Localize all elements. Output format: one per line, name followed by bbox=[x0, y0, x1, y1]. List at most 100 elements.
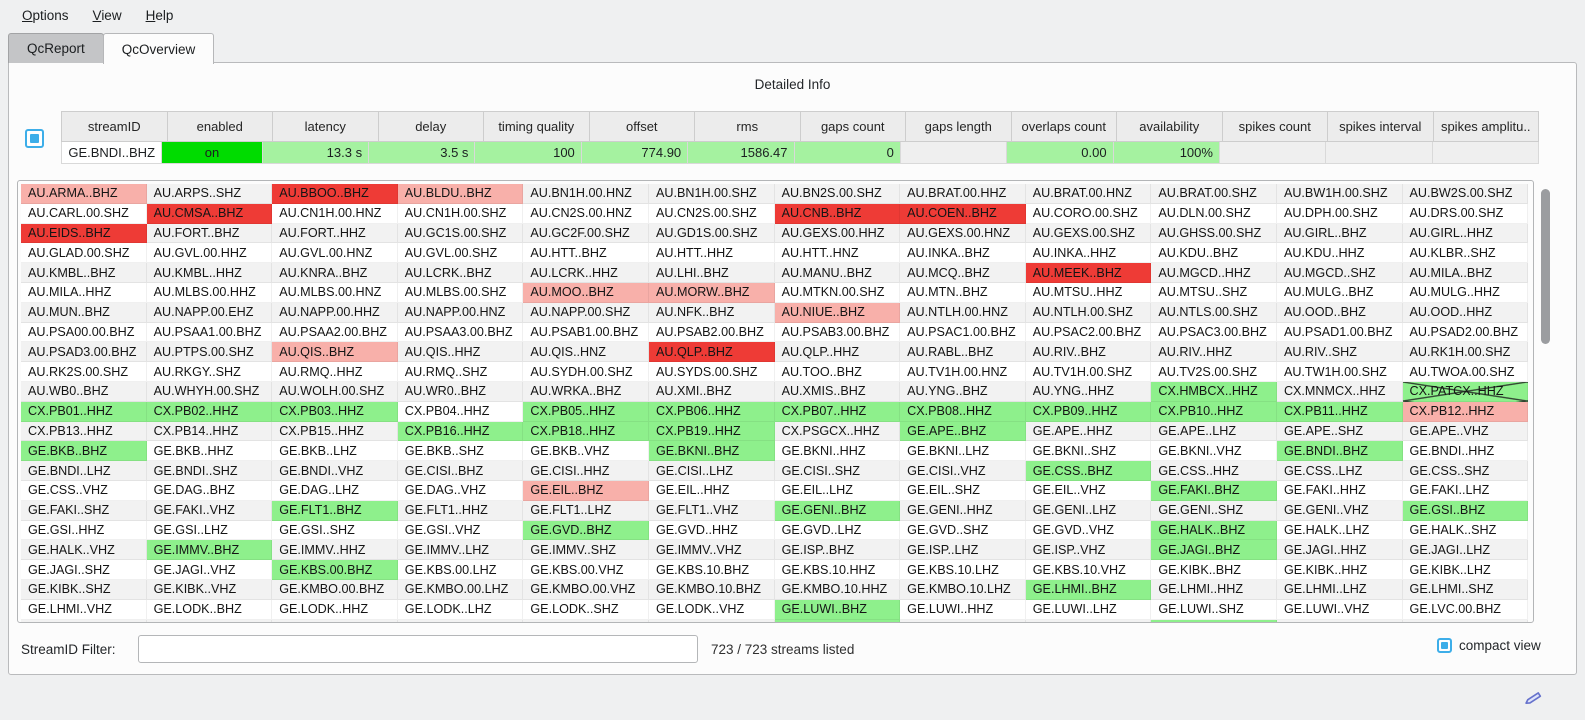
stream-cell[interactable]: GE.BKB..VHZ bbox=[523, 441, 649, 461]
stream-cell[interactable]: AU.COEN..BHZ bbox=[900, 204, 1026, 224]
stream-cell[interactable]: AU.EIDS..BHZ bbox=[21, 224, 147, 244]
stream-cell[interactable]: GE.HALK..VHZ bbox=[21, 540, 147, 560]
stream-cell[interactable]: GE.DAG..LHZ bbox=[272, 481, 398, 501]
stream-cell[interactable]: AU.MLBS.00.SHZ bbox=[398, 283, 524, 303]
stream-cell[interactable]: AU.GHSS.00.SHZ bbox=[1151, 224, 1277, 244]
stream-cell[interactable]: GE.LHMI..LHZ bbox=[1277, 580, 1403, 600]
stream-cell[interactable]: AU.TV1H.00.HNZ bbox=[900, 362, 1026, 382]
stream-cell[interactable]: AU.GIRL..BHZ bbox=[1277, 224, 1403, 244]
stream-cell[interactable]: CX.MNMCX..HHZ bbox=[1277, 382, 1403, 402]
stream-cell[interactable]: AU.NAPP.00.EHZ bbox=[147, 303, 273, 323]
stream-cell[interactable]: GE.GENI..BHZ bbox=[775, 501, 901, 521]
stream-cell[interactable]: AU.PSAA1.00.BHZ bbox=[147, 323, 273, 343]
stream-cell[interactable]: GE.CSS..HHZ bbox=[1151, 461, 1277, 481]
stream-cell[interactable]: CX.HMBCX..HHZ bbox=[1151, 382, 1277, 402]
stream-cell[interactable]: GE.LODK..BHZ bbox=[147, 600, 273, 620]
stream-cell[interactable]: AU.FORT..BHZ bbox=[147, 224, 273, 244]
stream-cell[interactable]: GE.BNDI..VHZ bbox=[272, 461, 398, 481]
stream-cell[interactable] bbox=[272, 620, 398, 623]
stream-cell[interactable]: AU.MGCD..SHZ bbox=[1277, 263, 1403, 283]
stream-cell[interactable]: CX.PB05..HHZ bbox=[523, 402, 649, 422]
stream-cell[interactable]: GE.GVD..LHZ bbox=[775, 521, 901, 541]
stream-cell[interactable]: GE.LUWI..LHZ bbox=[1026, 600, 1152, 620]
stream-cell[interactable]: AU.CORO.00.SHZ bbox=[1026, 204, 1152, 224]
stream-cell[interactable]: GE.GENI..VHZ bbox=[1277, 501, 1403, 521]
stream-cell[interactable]: AU.PSAD1.00.BHZ bbox=[1277, 323, 1403, 343]
stream-cell[interactable]: GE.LODK..VHZ bbox=[649, 600, 775, 620]
stream-cell[interactable]: AU.CNB..BHZ bbox=[775, 204, 901, 224]
stream-cell[interactable]: AU.ARMA..BHZ bbox=[21, 184, 147, 204]
stream-cell[interactable]: GE.LODK..LHZ bbox=[398, 600, 524, 620]
stream-cell[interactable]: AU.CN1H.00.SHZ bbox=[398, 204, 524, 224]
stream-cell[interactable]: GE.LHMI..VHZ bbox=[21, 600, 147, 620]
stream-cell[interactable]: AU.SYDS.00.SHZ bbox=[649, 362, 775, 382]
stream-cell[interactable]: AU.MULG..HHZ bbox=[1403, 283, 1529, 303]
stream-cell[interactable]: CX.PB08..HHZ bbox=[900, 402, 1026, 422]
stream-cell[interactable]: AU.RK2S.00.SHZ bbox=[21, 362, 147, 382]
stream-cell[interactable]: AU.MLBS.00.HNZ bbox=[272, 283, 398, 303]
grid-scrollbar[interactable] bbox=[1541, 184, 1551, 618]
stream-cell[interactable]: GE.GENI..HHZ bbox=[900, 501, 1026, 521]
stream-cell[interactable]: AU.PSA00.00.BHZ bbox=[21, 323, 147, 343]
stream-cell[interactable]: GE.LUWI..BHZ bbox=[775, 600, 901, 620]
stream-cell[interactable]: GE.LUWI..HHZ bbox=[900, 600, 1026, 620]
stream-cell[interactable]: AU.MTSU..HHZ bbox=[1026, 283, 1152, 303]
stream-cell[interactable]: AU.GEXS.00.HNZ bbox=[900, 224, 1026, 244]
stream-cell[interactable]: GE.CISI..SHZ bbox=[775, 461, 901, 481]
stream-cell[interactable]: AU.RKGY..SHZ bbox=[147, 362, 273, 382]
stream-cell[interactable]: CX.PATCX..HHZ bbox=[1403, 382, 1529, 402]
stream-cell[interactable] bbox=[1026, 620, 1152, 623]
stream-cell[interactable]: AU.MANU..BHZ bbox=[775, 263, 901, 283]
stream-cell[interactable]: AU.GVL.00.HNZ bbox=[272, 243, 398, 263]
stream-cell[interactable]: AU.PSAA2.00.BHZ bbox=[272, 323, 398, 343]
stream-cell[interactable]: GE.FLT1..LHZ bbox=[523, 501, 649, 521]
stream-cell[interactable]: GE.GSI..LHZ bbox=[147, 521, 273, 541]
stream-cell[interactable]: AU.PSAC3.00.BHZ bbox=[1151, 323, 1277, 343]
stream-cell[interactable]: GE.EIL..LHZ bbox=[775, 481, 901, 501]
stream-cell[interactable]: GE.ISP..VHZ bbox=[1026, 540, 1152, 560]
stream-cell[interactable]: GE.IMMV..VHZ bbox=[649, 540, 775, 560]
stream-cell[interactable]: GE.FAKI..VHZ bbox=[147, 501, 273, 521]
stream-cell[interactable]: AU.WOLH.00.SHZ bbox=[272, 382, 398, 402]
stream-cell[interactable]: AU.BN1H.00.HNZ bbox=[523, 184, 649, 204]
tab-qcoverview[interactable]: QcOverview bbox=[103, 33, 215, 64]
stream-cell[interactable]: GE.DAG..BHZ bbox=[147, 481, 273, 501]
stream-cell[interactable]: AU.CN2S.00.HNZ bbox=[523, 204, 649, 224]
stream-cell[interactable]: AU.WRKA..BHZ bbox=[523, 382, 649, 402]
stream-cell[interactable]: GE.KIBK..BHZ bbox=[1151, 560, 1277, 580]
stream-cell[interactable]: GE.BKB..HHZ bbox=[147, 441, 273, 461]
stream-cell[interactable] bbox=[398, 620, 524, 623]
stream-cell[interactable]: AU.LCRK..BHZ bbox=[398, 263, 524, 283]
stream-cell[interactable]: GE.LUWI..SHZ bbox=[1151, 600, 1277, 620]
stream-cell[interactable]: GE.GSI..HHZ bbox=[21, 521, 147, 541]
stream-cell[interactable]: AU.PSAC1.00.BHZ bbox=[900, 323, 1026, 343]
stream-cell[interactable]: AU.GVL.00.HHZ bbox=[147, 243, 273, 263]
stream-cell[interactable]: GE.JAGI..HHZ bbox=[1277, 540, 1403, 560]
stream-cell[interactable] bbox=[1151, 620, 1277, 623]
stream-cell[interactable]: AU.KNRA..BHZ bbox=[272, 263, 398, 283]
stream-cell[interactable]: AU.BW2S.00.SHZ bbox=[1403, 184, 1529, 204]
stream-cell[interactable]: AU.BLDU..BHZ bbox=[398, 184, 524, 204]
stream-cell[interactable]: AU.CN2S.00.SHZ bbox=[649, 204, 775, 224]
stream-cell[interactable]: GE.APE..HHZ bbox=[1026, 422, 1152, 442]
stream-cell[interactable]: GE.CISI..VHZ bbox=[900, 461, 1026, 481]
stream-cell[interactable]: GE.GSI..SHZ bbox=[272, 521, 398, 541]
stream-cell[interactable]: AU.RMQ..HHZ bbox=[272, 362, 398, 382]
stream-cell[interactable]: AU.GEXS.00.HHZ bbox=[775, 224, 901, 244]
stream-cell[interactable]: AU.DPH.00.SHZ bbox=[1277, 204, 1403, 224]
stream-cell[interactable]: CX.PB01..HHZ bbox=[21, 402, 147, 422]
stream-cell[interactable]: GE.KBS.10.HHZ bbox=[775, 560, 901, 580]
stream-cell[interactable]: AU.BBOO..BHZ bbox=[272, 184, 398, 204]
stream-cell[interactable]: GE.GENI..LHZ bbox=[1026, 501, 1152, 521]
stream-cell[interactable]: AU.QIS..BHZ bbox=[272, 342, 398, 362]
stream-cell[interactable]: GE.CISI..HHZ bbox=[523, 461, 649, 481]
stream-cell[interactable]: CX.PB06..HHZ bbox=[649, 402, 775, 422]
stream-cell[interactable]: GE.GENI..SHZ bbox=[1151, 501, 1277, 521]
stream-cell[interactable]: AU.CN1H.00.HNZ bbox=[272, 204, 398, 224]
stream-cell[interactable]: AU.KLBR..SHZ bbox=[1403, 243, 1529, 263]
stream-cell[interactable]: AU.MTKN.00.SHZ bbox=[775, 283, 901, 303]
stream-cell[interactable]: GE.EIL..BHZ bbox=[523, 481, 649, 501]
stream-cell[interactable]: AU.TWOA.00.SHZ bbox=[1403, 362, 1529, 382]
stream-cell[interactable]: GE.BNDI..SHZ bbox=[147, 461, 273, 481]
stream-cell[interactable] bbox=[1403, 620, 1529, 623]
